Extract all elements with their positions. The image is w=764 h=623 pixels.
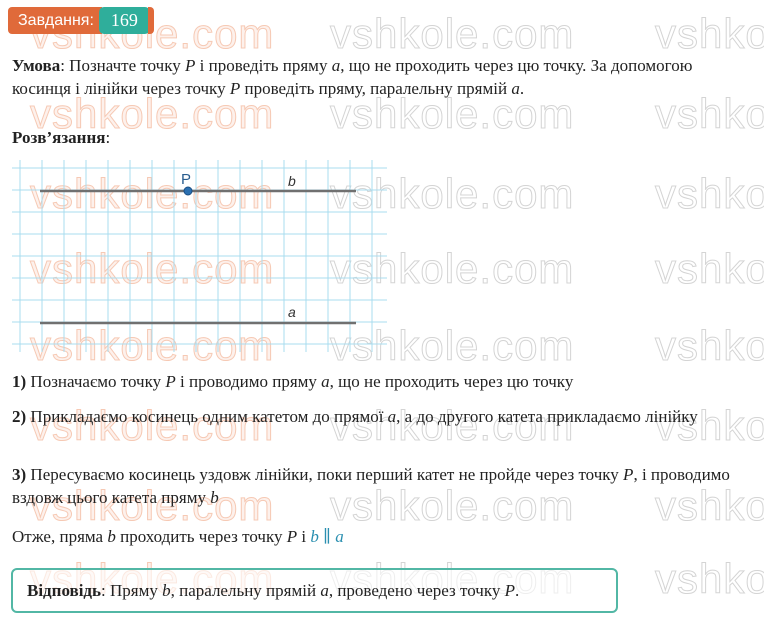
step-text: і проводимо пряму [175,372,322,391]
task-label: Завдання: [8,7,102,34]
step-number: 2) [12,407,27,426]
watermark: vshkole.com [329,10,575,58]
step-text: Позначаємо точку [26,372,166,391]
condition-text: і проведіть пряму [195,56,332,75]
condition-label: Умова [12,56,61,75]
line-a: a [387,407,397,426]
point-p: P [286,527,298,546]
conclusion-text: проходить через точку [115,527,287,546]
point-p-label: P [181,171,191,188]
watermark: vshkole.com [654,170,764,218]
answer-text: . [515,581,520,600]
line-a: a [321,372,330,391]
point-p-marker [183,186,193,196]
step-number: 1) [12,372,27,391]
point-p: P [165,372,176,391]
conclusion: Отже, пряма b проходить через точку P і … [12,525,344,548]
watermark: vshkole.com [654,10,764,58]
step-number: 3) [12,465,27,484]
conclusion-text: Отже, пряма [12,527,108,546]
step-2: 2) Прикладаємо косинець одним катетом до… [12,405,757,428]
solution-heading: Розв’язання: [12,126,110,149]
line-a-label: a [288,304,296,320]
step-text: Прикладаємо косинець одним катетом до пр… [26,407,388,426]
watermark: vshkole.com [654,322,764,370]
condition-text: . [519,79,525,98]
line-a: a [511,79,520,98]
badge-tail [147,7,154,34]
answer-label: Відповідь [27,581,102,600]
task-badge: Завдання: 169 [8,7,154,34]
step-text: , що не проходить через цю точку [329,372,574,391]
step-text: , а до другого катета прикладаємо лінійк… [396,407,698,426]
task-number: 169 [98,7,150,34]
point-p: P [185,56,196,75]
line-a: a [320,581,329,600]
point-p: P [504,581,515,600]
line-b-label: b [288,173,296,189]
condition-text: : Позначте точку [60,56,185,75]
answer-text: : Пряму [101,581,163,600]
line-b: b [210,488,219,507]
answer-text: , проведено через точку [328,581,505,600]
line-a: a [331,56,341,75]
answer-box: Відповідь: Пряму b, паралельну прямій a,… [11,568,618,613]
step-3: 3) Пересуваємо косинець уздовж лінійки, … [12,463,757,509]
step-1: 1) Позначаємо точку P і проводимо пряму … [12,370,752,393]
answer-text: , паралельну прямій [170,581,321,600]
solution-label: Розв’язання [12,128,106,147]
step-text: Пересуваємо косинець уздовж лінійки, пок… [26,465,624,484]
conclusion-text: і [297,527,311,546]
point-p: P [229,79,241,98]
line-b: b [107,527,116,546]
watermark: vshkole.com [654,245,764,293]
watermark: vshkole.com [654,555,764,603]
grid-figure: P b a [12,160,387,352]
point-p: P [623,465,634,484]
line-b: b [162,581,171,600]
solution-colon: : [105,128,111,147]
condition-text: проведіть пряму, паралельну прямій [240,79,512,98]
condition-paragraph: Умова: Позначте точку P і проведіть прям… [12,54,747,100]
parallel-relation: b ∥ a [310,527,344,546]
